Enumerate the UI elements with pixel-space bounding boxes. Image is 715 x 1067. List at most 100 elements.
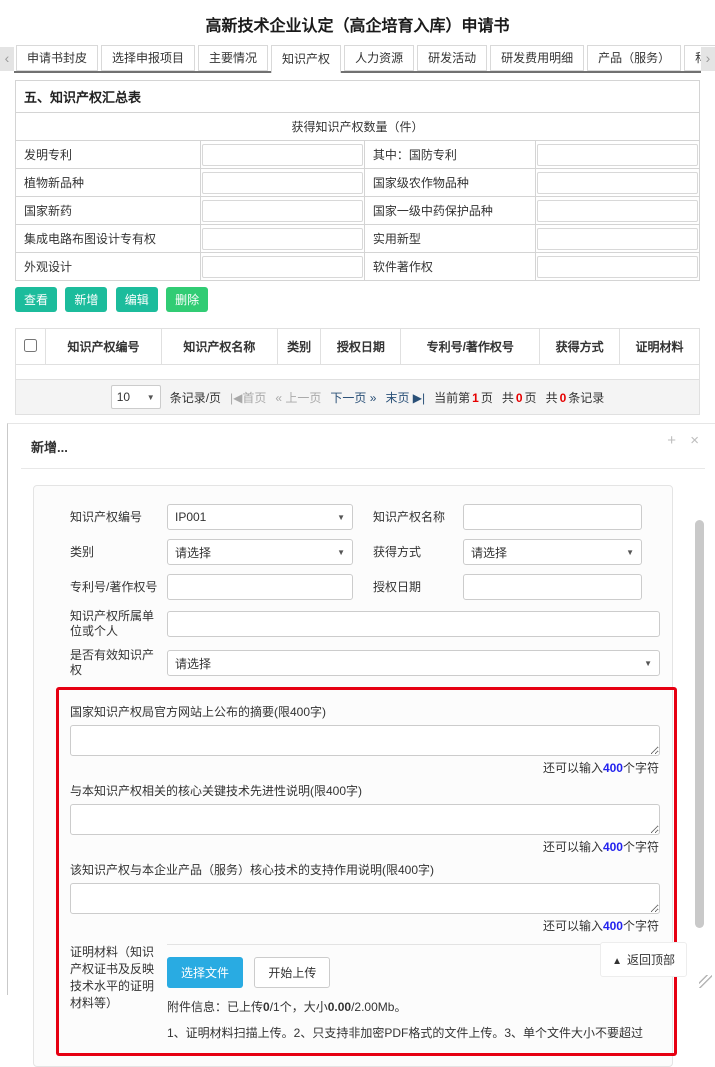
tab-rd-activities[interactable]: 研发活动 <box>417 45 487 71</box>
support-textarea-label: 该知识产权与本企业产品（服务）核心技术的支持作用说明(限400字) <box>70 861 660 878</box>
abstract-textarea[interactable] <box>70 725 660 756</box>
dialog-resize-handle-icon[interactable] <box>699 975 712 988</box>
first-page-link[interactable]: |◀首页 <box>230 389 266 406</box>
tabs-scroll-right-icon[interactable]: › <box>701 47 715 71</box>
total-pages-text: 共0页 <box>502 389 537 406</box>
edit-button[interactable]: 编辑 <box>116 287 158 312</box>
dialog-divider <box>21 468 705 469</box>
dialog-scrollbar-thumb[interactable] <box>695 520 704 928</box>
column-header: 知识产权名称 <box>161 329 277 365</box>
summary-subheader: 获得知识产权数量（件） <box>16 113 700 141</box>
remaining-count: 400 <box>603 761 623 775</box>
start-upload-button[interactable]: 开始上传 <box>254 957 330 988</box>
category-label: 类别 <box>70 545 163 560</box>
auth-date-input[interactable] <box>463 574 642 600</box>
ip-name-label: 知识产权名称 <box>373 510 459 525</box>
records-header-row: 知识产权编号 知识产权名称 类别 授权日期 专利号/著作权号 获得方式 证明材料 <box>16 329 700 365</box>
obtain-method-select[interactable]: 请选择 ▼ <box>463 539 642 565</box>
patent-number-label: 专利号/著作权号 <box>70 580 163 595</box>
column-header: 类别 <box>277 329 321 365</box>
tab-rd-expense-detail[interactable]: 研发费用明细 <box>490 45 584 71</box>
ip-summary-table: 五、知识产权汇总表 获得知识产权数量（件） 发明专利 其中：国防专利 植物新品种… <box>15 80 700 281</box>
choose-file-button[interactable]: 选择文件 <box>167 957 243 988</box>
tab-intellectual-property[interactable]: 知识产权 <box>271 45 341 73</box>
row-label: 国家一级中药保护品种 <box>364 197 535 225</box>
count-input-utility-model[interactable] <box>537 228 698 250</box>
next-page-link[interactable]: 下一页 » <box>330 389 376 406</box>
proof-material-label: 证明材料（知识产权证书及反映技术水平的证明材料等） <box>70 944 163 1041</box>
owner-input[interactable] <box>167 611 660 637</box>
total-pages-number: 0 <box>514 391 525 405</box>
row-label: 外观设计 <box>16 253 201 281</box>
ip-name-input[interactable] <box>463 504 642 530</box>
column-header: 获得方式 <box>540 329 620 365</box>
count-input-plant-variety[interactable] <box>202 172 363 194</box>
prev-page-link[interactable]: « 上一页 <box>275 389 321 406</box>
tab-bar: ‹ 申请书封皮 选择申报项目 主要情况 知识产权 人力资源 研发活动 研发费用明… <box>0 45 715 73</box>
abstract-textarea-label: 国家知识产权局官方网站上公布的摘要(限400字) <box>70 703 660 720</box>
row-label: 软件著作权 <box>364 253 535 281</box>
maximize-icon[interactable]: + <box>667 432 676 449</box>
last-page-link[interactable]: 末页 ▶| <box>385 389 425 406</box>
attachment-info: 附件信息：已上传0/1个，大小0.00/2.00Mb。 <box>167 998 660 1015</box>
back-to-top-button[interactable]: ▲返回顶部 <box>600 942 687 977</box>
count-input-new-drug[interactable] <box>202 200 363 222</box>
back-to-top-label: 返回顶部 <box>627 953 675 967</box>
per-page-label: 条记录/页 <box>170 389 221 406</box>
tab-product-service[interactable]: 产品（服务） <box>587 45 681 71</box>
records-toolbar: 查看 新增 编辑 删除 <box>15 287 700 312</box>
tab-human-resources[interactable]: 人力资源 <box>344 45 414 71</box>
chevron-down-icon: ▼ <box>337 513 345 522</box>
tab-select-project[interactable]: 选择申报项目 <box>101 45 195 71</box>
close-icon[interactable]: × <box>690 432 699 449</box>
select-all-checkbox[interactable] <box>24 339 37 352</box>
valid-ip-select[interactable]: 请选择 ▼ <box>167 650 660 676</box>
tab-application-cover[interactable]: 申请书封皮 <box>16 45 98 71</box>
count-input-design[interactable] <box>202 256 363 278</box>
count-input-software-copyright[interactable] <box>537 256 698 278</box>
owner-label: 知识产权所属单位或个人 <box>70 609 163 639</box>
category-select[interactable]: 请选择 ▼ <box>167 539 353 565</box>
tabs-scroll-left-icon[interactable]: ‹ <box>0 47 14 71</box>
row-label: 国家级农作物品种 <box>364 169 535 197</box>
page-size-select[interactable]: 10 ▼ <box>111 385 161 409</box>
upload-section: 证明材料（知识产权证书及反映技术水平的证明材料等） 选择文件 开始上传 附件信息… <box>70 944 660 1041</box>
ip-number-value: IP001 <box>175 510 206 524</box>
chevron-down-icon: ▼ <box>626 548 634 557</box>
delete-button[interactable]: 删除 <box>166 287 208 312</box>
dialog-form-panel: 知识产权编号 IP001 ▼ 知识产权名称 类别 请选择 ▼ 获得方式 请选择 … <box>33 485 673 1067</box>
ip-number-select[interactable]: IP001 ▼ <box>167 504 353 530</box>
section-title: 五、知识产权汇总表 <box>16 81 700 113</box>
highlight-red-box: 国家知识产权局官方网站上公布的摘要(限400字) 还可以输入400个字符 与本知… <box>56 687 677 1056</box>
count-input-crop-variety[interactable] <box>537 172 698 194</box>
row-label: 国家新药 <box>16 197 201 225</box>
patent-number-input[interactable] <box>167 574 353 600</box>
count-input-defense-patent[interactable] <box>537 144 698 166</box>
empty-records-area <box>16 365 700 380</box>
valid-ip-label: 是否有效知识产权 <box>70 648 163 678</box>
add-button[interactable]: 新增 <box>65 287 107 312</box>
count-input-ic-layout[interactable] <box>202 228 363 250</box>
row-label: 植物新品种 <box>16 169 201 197</box>
upload-instructions: 1、证明材料扫描上传。2、只支持非加密PDF格式的文件上传。3、单个文件大小不要… <box>167 1024 660 1041</box>
chevron-down-icon: ▼ <box>644 659 652 668</box>
pagination-bar: 10 ▼ 条记录/页 |◀首页 « 上一页 下一页 » 末页 ▶| 当前第1页 … <box>16 385 699 409</box>
ip-records-table: 知识产权编号 知识产权名称 类别 授权日期 专利号/著作权号 获得方式 证明材料… <box>15 328 700 415</box>
abstract-char-counter: 还可以输入400个字符 <box>70 759 659 776</box>
total-records-number: 0 <box>558 391 569 405</box>
column-header: 专利号/著作权号 <box>401 329 540 365</box>
count-input-invention-patent[interactable] <box>202 144 363 166</box>
support-textarea[interactable] <box>70 883 660 914</box>
count-input-tcm-protection[interactable] <box>537 200 698 222</box>
tab-main-situation[interactable]: 主要情况 <box>198 45 268 71</box>
remaining-count: 400 <box>603 840 623 854</box>
advancement-textarea[interactable] <box>70 804 660 835</box>
current-page-number: 1 <box>470 391 481 405</box>
tabstrip-underline <box>14 71 701 73</box>
page-title: 高新技术企业认定（高企培育入库）申请书 <box>0 0 715 36</box>
view-button[interactable]: 查看 <box>15 287 57 312</box>
ip-number-label: 知识产权编号 <box>70 510 163 525</box>
obtain-method-label: 获得方式 <box>373 545 459 560</box>
uploaded-size: 0.00 <box>328 1000 351 1014</box>
advancement-char-counter: 还可以输入400个字符 <box>70 838 659 855</box>
